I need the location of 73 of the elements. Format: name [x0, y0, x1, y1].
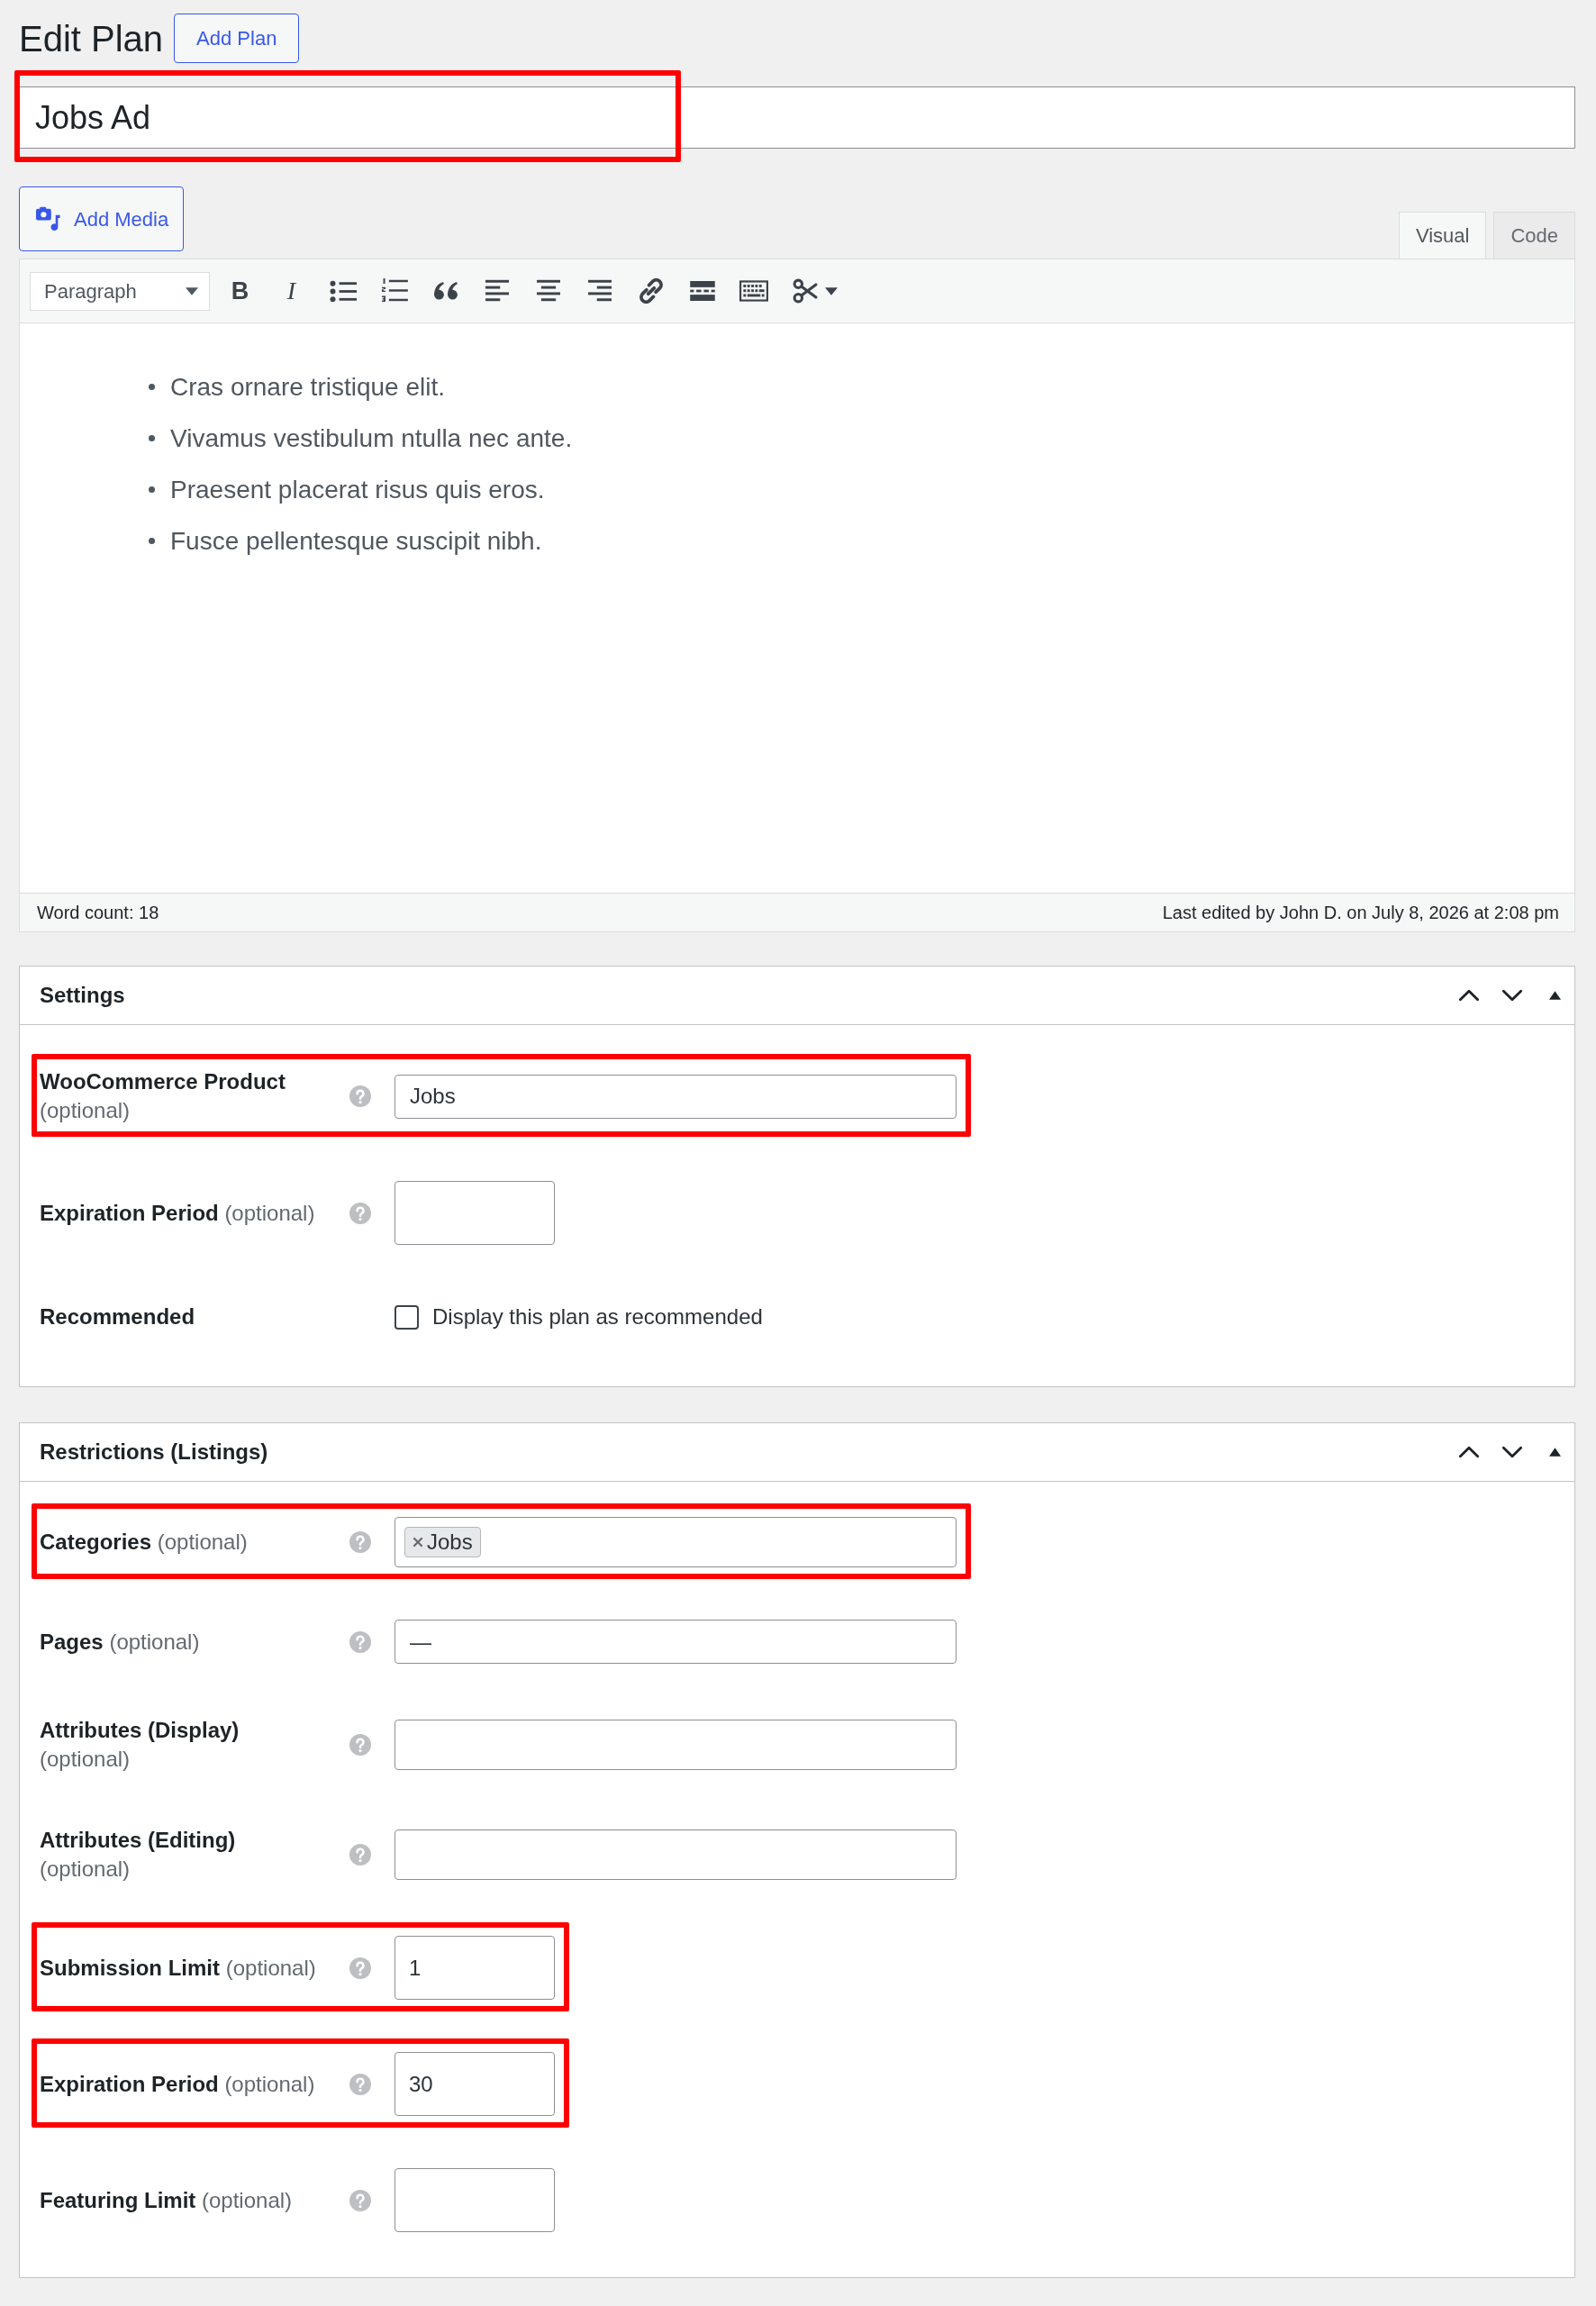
scissors-icon: [793, 278, 818, 304]
camera-music-icon: [36, 206, 61, 232]
tag-field[interactable]: Jobs: [394, 1517, 957, 1567]
panel-title: Restrictions (Listings): [40, 1439, 268, 1466]
numbered-list-icon: [380, 278, 408, 304]
link-icon: [638, 278, 664, 304]
quote-marks-icon: [431, 281, 459, 301]
number-field[interactable]: 1: [394, 1936, 555, 2000]
bullet-icon: [149, 435, 155, 441]
triangle-up-icon[interactable]: [1549, 1448, 1561, 1457]
bullet-icon: [149, 384, 155, 390]
align-left-icon: [485, 279, 509, 303]
word-count: Word count: 18: [37, 902, 159, 924]
checkbox[interactable]: [394, 1304, 419, 1330]
text-field[interactable]: Jobs: [394, 1074, 957, 1119]
italic-button[interactable]: I: [266, 271, 317, 311]
caret-icon: [186, 286, 198, 295]
field-label: Pages: [40, 1629, 104, 1654]
tag-field[interactable]: [394, 1720, 957, 1770]
list-item-text: Vivamus vestibulum ntulla nec ante.: [170, 422, 573, 454]
tag-field[interactable]: [394, 1829, 957, 1880]
optional-note: (optional): [40, 1747, 131, 1771]
chevron-up-icon[interactable]: [1458, 1446, 1480, 1458]
optional-note: (optional): [202, 2187, 293, 2212]
align-right-icon: [587, 279, 612, 303]
caret-icon: [825, 286, 838, 295]
field-label: Attributes (Display): [40, 1718, 240, 1742]
optional-note: (optional): [224, 2071, 315, 2096]
bold-button[interactable]: B: [214, 271, 266, 311]
chevron-down-icon[interactable]: [1501, 1446, 1523, 1458]
list-item-text: Praesent placerat risus quis eros.: [170, 474, 545, 505]
add-plan-button[interactable]: Add Plan: [174, 14, 300, 63]
last-edited-text: Last edited by John D. on July 8, 2026 at 2:08 pm: [1162, 902, 1559, 924]
editor-tab[interactable]: Code: [1493, 212, 1575, 259]
format-select[interactable]: Paragraph: [30, 271, 210, 311]
chevron-down-icon[interactable]: [1501, 989, 1523, 1002]
number-field[interactable]: [394, 1181, 555, 1245]
panel-title: Settings: [40, 982, 125, 1009]
optional-note: (optional): [109, 1629, 200, 1654]
remove-icon[interactable]: [413, 1537, 423, 1548]
number-field[interactable]: [394, 2168, 555, 2232]
bullet-icon: [149, 486, 155, 493]
title-field[interactable]: Jobs Ad: [19, 86, 1575, 149]
field-label: Categories: [40, 1530, 152, 1554]
field-label: Featuring Limit: [40, 2187, 196, 2212]
chevron-up-icon[interactable]: [1458, 989, 1480, 1002]
list-item-text: Fusce pellentesque suscipit nibh.: [170, 525, 542, 557]
text-field[interactable]: —: [394, 1620, 957, 1664]
field-label: Recommended: [40, 1304, 195, 1329]
optional-note: (optional): [225, 1955, 316, 1980]
optional-note: (optional): [224, 1200, 315, 1225]
bullet-icon: [149, 538, 155, 544]
field-label: Expiration Period: [40, 2071, 219, 2096]
bullet-list-icon: [329, 279, 357, 303]
field-label: Expiration Period: [40, 1200, 219, 1225]
triangle-up-icon[interactable]: [1549, 991, 1561, 1000]
field-label: Submission Limit: [40, 1955, 220, 1980]
add-media-button[interactable]: Add Media: [19, 186, 185, 251]
keyboard-icon: [739, 280, 768, 302]
read-more-icon: [689, 281, 715, 301]
list-item-text: Cras ornare tristique elit.: [170, 371, 445, 403]
field-label: WooCommerce Product: [40, 1069, 286, 1094]
tag-label: Jobs: [427, 1529, 473, 1556]
page-title: Edit Plan: [19, 17, 164, 60]
optional-note: (optional): [40, 1857, 131, 1881]
editor-tab[interactable]: Visual: [1398, 212, 1487, 259]
category-tag[interactable]: Jobs: [404, 1527, 481, 1557]
field-label: Attributes (Editing): [40, 1828, 236, 1852]
checkbox-label: Display this plan as recommended: [432, 1303, 763, 1330]
number-field[interactable]: 30: [394, 2052, 555, 2116]
optional-note: (optional): [157, 1530, 248, 1554]
align-center-icon: [536, 279, 560, 303]
optional-note: (optional): [40, 1098, 131, 1122]
